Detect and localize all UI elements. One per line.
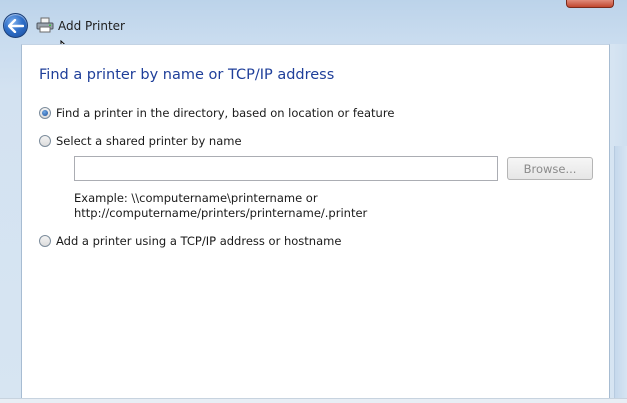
back-button[interactable] bbox=[3, 13, 28, 38]
browse-button[interactable]: Browse... bbox=[507, 157, 593, 180]
back-arrow-icon bbox=[7, 18, 24, 33]
example-line-1: Example: \\computername\printername or bbox=[74, 191, 318, 205]
option-tcpip-label: Add a printer using a TCP/IP address or … bbox=[56, 234, 342, 248]
option-shared-printer-label: Select a shared printer by name bbox=[56, 134, 242, 148]
radio-directory[interactable] bbox=[39, 107, 51, 119]
page-heading: Find a printer by name or TCP/IP address bbox=[39, 67, 335, 83]
radio-tcpip[interactable] bbox=[39, 235, 51, 247]
option-shared-printer[interactable]: Select a shared printer by name bbox=[39, 134, 242, 148]
printer-icon bbox=[36, 17, 54, 33]
scrollbar[interactable] bbox=[614, 146, 627, 398]
shared-printer-input[interactable] bbox=[74, 156, 498, 181]
option-directory[interactable]: Find a printer in the directory, based o… bbox=[39, 106, 394, 120]
footer-strip bbox=[0, 398, 627, 403]
window-title: Add Printer bbox=[58, 19, 125, 33]
option-tcpip[interactable]: Add a printer using a TCP/IP address or … bbox=[39, 234, 341, 248]
content-panel bbox=[21, 44, 610, 403]
example-line-2: http://computername/printers/printername… bbox=[74, 206, 368, 220]
example-text: Example: \\computername\printername or h… bbox=[74, 191, 367, 221]
radio-shared-printer[interactable] bbox=[39, 135, 51, 147]
option-directory-label: Find a printer in the directory, based o… bbox=[56, 106, 395, 120]
window-close-button[interactable] bbox=[566, 0, 614, 8]
